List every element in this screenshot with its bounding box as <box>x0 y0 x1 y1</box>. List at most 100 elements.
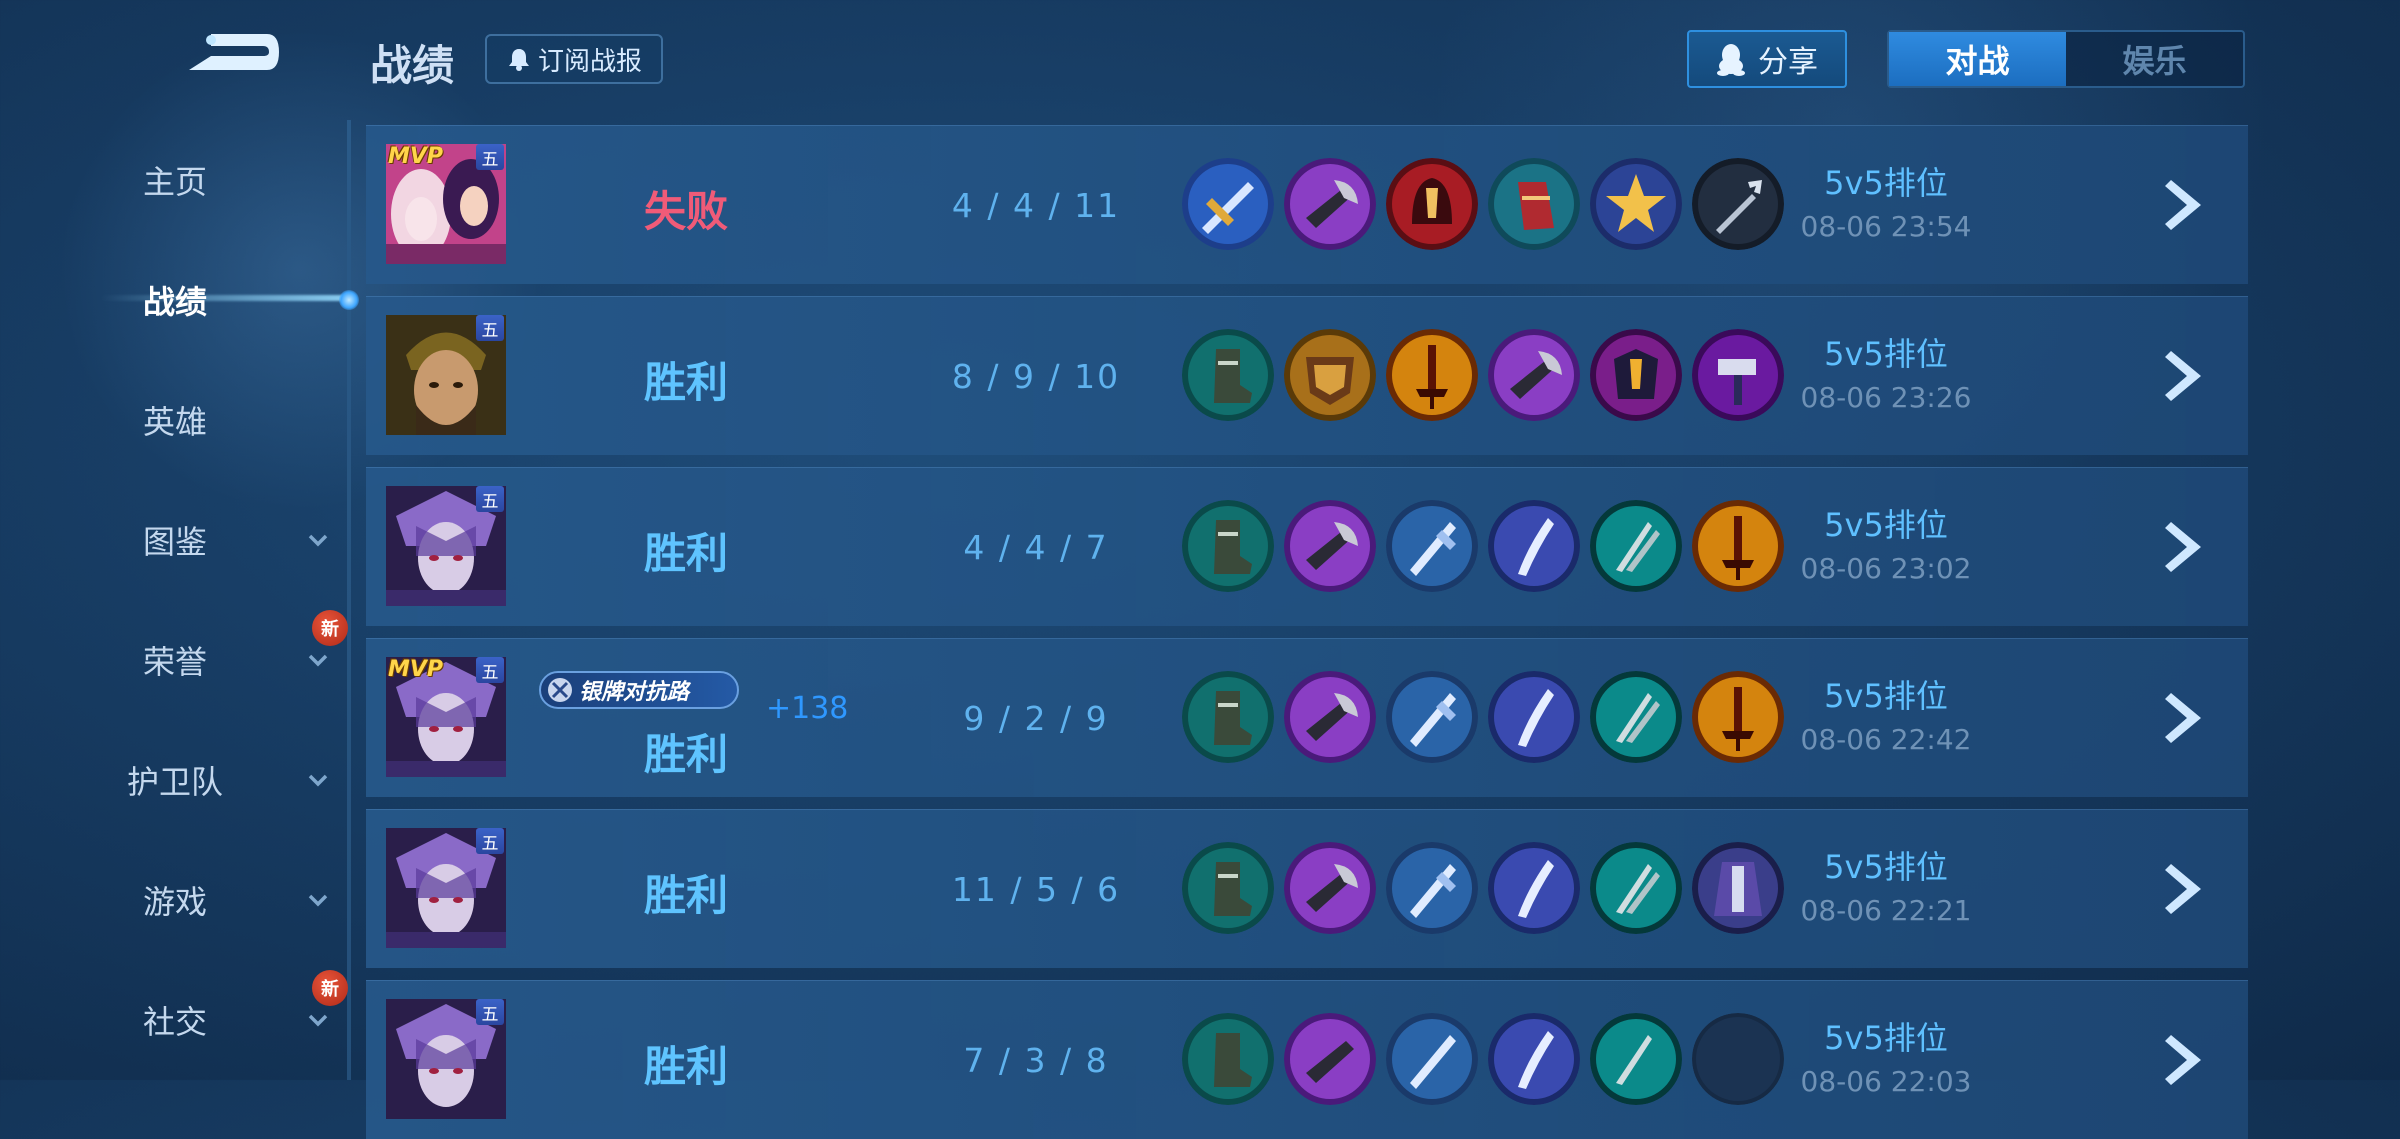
match-row[interactable]: MVP 五 失败 4 / 4 / 11 5v5排位 08-06 23:54 <box>366 125 2248 284</box>
rank-badge: 五 <box>476 144 504 170</box>
mvp-badge: MVP <box>388 657 444 682</box>
mode-toggle: 对战 娱乐 <box>1887 30 2245 88</box>
purple-axe-icon <box>1284 671 1376 763</box>
gold-shield-icon <box>1284 329 1376 421</box>
page-title: 战绩 <box>370 41 455 90</box>
new-badge: 新 <box>312 970 348 1006</box>
match-time: 08-06 23:26 <box>1800 381 1972 414</box>
match-time: 08-06 22:03 <box>1800 1065 1972 1098</box>
sidebar-item-label: 英雄 <box>142 403 207 441</box>
chevron-right-icon[interactable] <box>2163 176 2209 234</box>
sidebar-item-label: 战绩 <box>142 283 207 321</box>
blue-gold-blade-icon <box>1182 158 1274 250</box>
chevron-down-icon[interactable] <box>305 527 331 553</box>
kda: 7 / 3 / 8 <box>963 1041 1109 1080</box>
match-mode: 5v5排位 <box>1824 335 1948 373</box>
bell-icon <box>508 49 529 71</box>
subscribe-report-button[interactable]: 订阅战报 <box>485 34 663 84</box>
rank-badge: 五 <box>476 657 504 683</box>
qq-penguin-icon <box>1717 44 1745 76</box>
sidebar-item-honor[interactable]: 荣誉 <box>0 625 350 695</box>
match-row[interactable]: 五 胜利 7 / 3 / 8 5v5排位 08-06 22:03 <box>366 980 2248 1139</box>
teal-claw-icon <box>1590 842 1682 934</box>
teal-boots-icon <box>1182 1013 1274 1105</box>
purple-axe-icon <box>1284 158 1376 250</box>
teal-claw-icon <box>1590 1013 1682 1105</box>
sidebar-item-label: 荣誉 <box>142 643 207 681</box>
teal-boots-icon <box>1182 329 1274 421</box>
tab-battle[interactable]: 对战 <box>1889 32 2066 86</box>
chevron-down-icon[interactable] <box>305 1007 331 1033</box>
kda: 9 / 2 / 9 <box>963 699 1109 738</box>
blue-spear-icon <box>1386 671 1478 763</box>
empty-item-slot <box>1692 1013 1784 1105</box>
teal-boots-icon <box>1182 500 1274 592</box>
chevron-down-icon[interactable] <box>305 767 331 793</box>
purple-axe-icon <box>1284 842 1376 934</box>
sidebar-item-records[interactable]: 战绩 <box>0 265 350 335</box>
lane-badge: 银牌对抗路 <box>539 671 739 709</box>
purple-axe-icon <box>1488 329 1580 421</box>
chevron-right-icon[interactable] <box>2163 347 2209 405</box>
match-time: 08-06 23:02 <box>1800 552 1972 585</box>
rank-badge: 五 <box>476 828 504 854</box>
kda: 4 / 4 / 11 <box>951 186 1121 225</box>
blue-blade-icon <box>1488 1013 1580 1105</box>
purple-axe-icon <box>1284 1013 1376 1105</box>
chevron-right-icon[interactable] <box>2163 860 2209 918</box>
score-delta: +138 <box>766 691 849 726</box>
sidebar-item-label: 图鉴 <box>142 523 207 561</box>
blue-blade-icon <box>1488 671 1580 763</box>
match-result: 胜利 <box>643 358 728 407</box>
sidebar-item-label: 游戏 <box>142 883 207 921</box>
match-row[interactable]: 五 胜利 4 / 4 / 7 5v5排位 08-06 23:02 <box>366 467 2248 626</box>
mvp-badge: MVP <box>388 144 444 169</box>
blue-spear-icon <box>1386 842 1478 934</box>
match-mode: 5v5排位 <box>1824 506 1948 544</box>
sidebar-item-home[interactable]: 主页 <box>0 145 350 215</box>
crossed-swords-icon <box>548 678 572 702</box>
sidebar-item-collection[interactable]: 图鉴 <box>0 505 350 575</box>
kda: 11 / 5 / 6 <box>951 870 1121 909</box>
sidebar-item-heroes[interactable]: 英雄 <box>0 385 350 455</box>
chevron-right-icon[interactable] <box>2163 689 2209 747</box>
match-result: 胜利 <box>643 871 728 920</box>
sidebar-item-guard-team[interactable]: 护卫队 <box>0 745 350 815</box>
match-mode: 5v5排位 <box>1824 677 1948 715</box>
sidebar-item-label: 社交 <box>142 1003 207 1041</box>
match-row[interactable]: 五 胜利 8 / 9 / 10 5v5排位 08-06 23:26 <box>366 296 2248 455</box>
blue-spear-icon <box>1386 500 1478 592</box>
match-mode: 5v5排位 <box>1824 848 1948 886</box>
teal-claw-icon <box>1590 500 1682 592</box>
teal-boots-icon <box>1182 671 1274 763</box>
match-mode: 5v5排位 <box>1824 164 1948 202</box>
gold-star-shield-icon <box>1590 158 1682 250</box>
match-row[interactable]: MVP 五 银牌对抗路 +138 胜利 9 / 2 / 9 5v5排位 08-0… <box>366 638 2248 797</box>
sidebar-item-label: 主页 <box>142 163 207 201</box>
tab-entertainment[interactable]: 娱乐 <box>2066 32 2243 86</box>
chevron-down-icon[interactable] <box>305 647 331 673</box>
chevron-right-icon[interactable] <box>2163 518 2209 576</box>
share-label: 分享 <box>1758 45 1818 80</box>
blue-spear-icon <box>1386 1013 1478 1105</box>
match-result: 失败 <box>643 187 728 236</box>
sidebar-item-games[interactable]: 游戏 <box>0 865 350 935</box>
rank-badge: 五 <box>476 486 504 512</box>
gold-sword-icon <box>1386 329 1478 421</box>
back-arrow-icon[interactable] <box>175 28 285 86</box>
sidebar: 主页 战绩 英雄 图鉴 荣誉 护卫队 游戏 社交 新 新 <box>0 120 350 1080</box>
purple-armor-icon <box>1590 329 1682 421</box>
sidebar-item-social[interactable]: 社交 <box>0 985 350 1055</box>
chevron-down-icon[interactable] <box>305 887 331 913</box>
purple-axe-icon <box>1284 500 1376 592</box>
subscribe-label: 订阅战报 <box>537 46 642 77</box>
rank-badge: 五 <box>476 315 504 341</box>
match-result: 胜利 <box>643 529 728 578</box>
match-time: 08-06 22:21 <box>1800 894 1972 927</box>
teal-boots-icon <box>1182 842 1274 934</box>
red-helmet-icon <box>1386 158 1478 250</box>
chevron-right-icon[interactable] <box>2163 1031 2209 1089</box>
share-button[interactable]: 分享 <box>1687 30 1847 88</box>
match-row[interactable]: 五 胜利 11 / 5 / 6 5v5排位 08-06 22:21 <box>366 809 2248 968</box>
purple-cloak-icon <box>1692 842 1784 934</box>
